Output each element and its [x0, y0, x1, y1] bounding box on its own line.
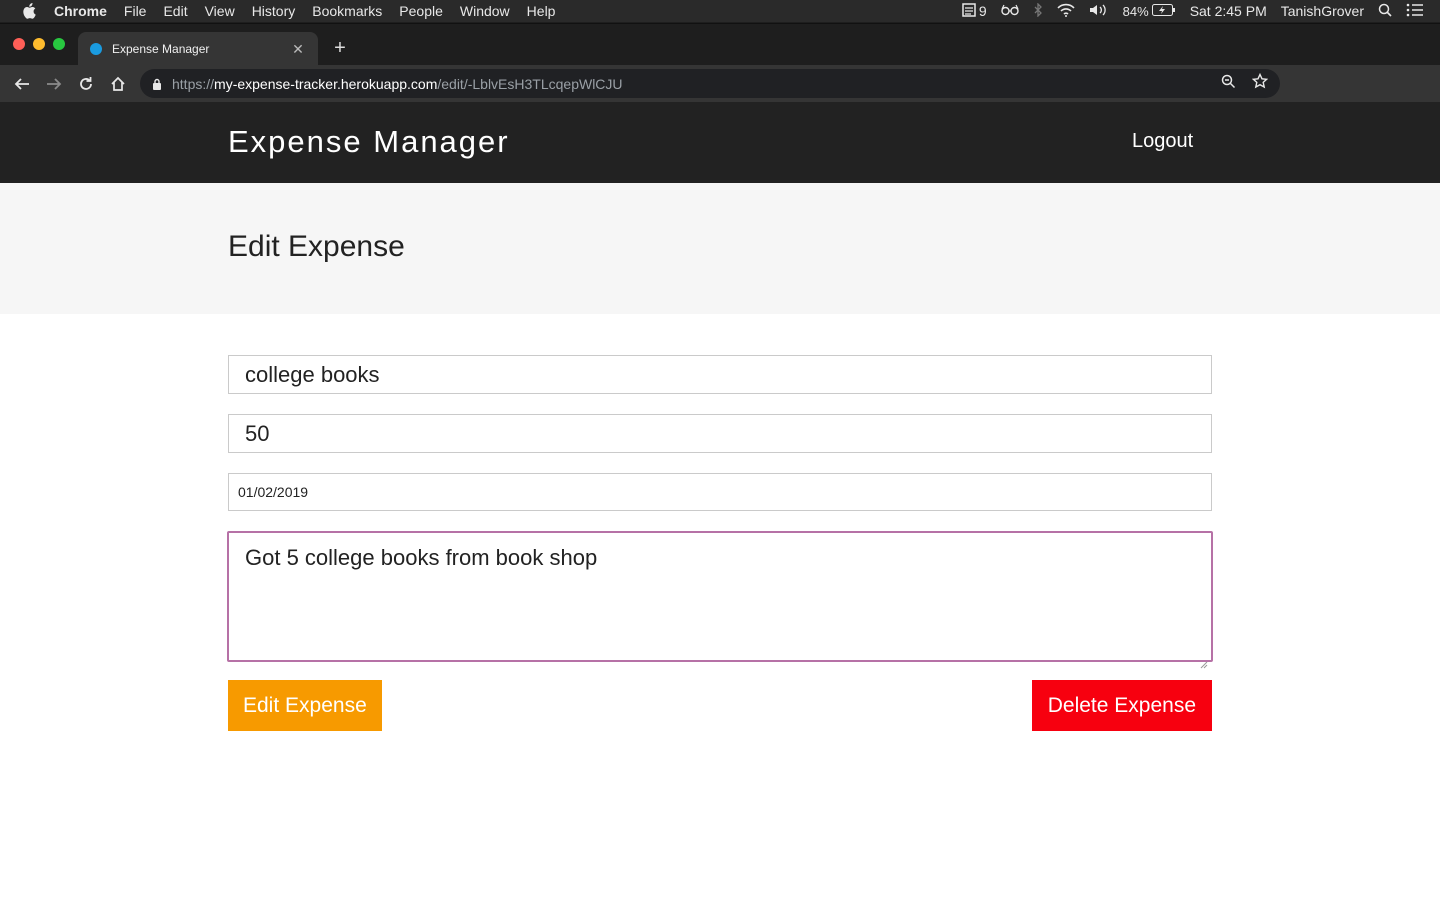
clock[interactable]: Sat 2:45 PM — [1190, 3, 1267, 19]
zoom-window-button[interactable] — [53, 38, 65, 50]
bookmark-star-icon[interactable] — [1251, 72, 1269, 94]
spotlight-search-icon[interactable] — [1378, 3, 1392, 20]
note-textarea[interactable]: Got 5 college books from book shop — [227, 531, 1213, 669]
reload-icon[interactable] — [70, 70, 102, 98]
os-menubar: Chrome File Edit View History Bookmarks … — [0, 0, 1440, 22]
amount-input[interactable]: 50 — [228, 414, 1212, 453]
menu-history[interactable]: History — [252, 3, 296, 19]
menu-bookmarks[interactable]: Bookmarks — [312, 3, 382, 19]
volume-icon[interactable] — [1089, 3, 1109, 20]
notes-icon — [962, 2, 976, 20]
browser-tabstrip: Expense Manager ✕ + — [0, 23, 1440, 66]
url-text: https://my-expense-tracker.herokuapp.com… — [172, 76, 623, 92]
window-controls — [13, 38, 65, 50]
notes-status[interactable]: 9 — [962, 2, 987, 20]
address-bar[interactable]: https://my-expense-tracker.herokuapp.com… — [140, 69, 1280, 98]
url-path: /edit/-LblvEsH3TLcqepWlCJU — [437, 75, 623, 92]
menu-app-name[interactable]: Chrome — [54, 3, 107, 19]
delete-expense-button[interactable]: Delete Expense — [1031, 680, 1212, 731]
zoom-icon[interactable] — [1221, 74, 1236, 94]
logout-button[interactable]: Logout — [1116, 127, 1209, 156]
menu-people[interactable]: People — [399, 3, 443, 19]
date-picker-input[interactable]: 01/02/2019 — [228, 473, 1212, 511]
glasses-icon[interactable] — [1000, 3, 1019, 19]
browser-toolbar: https://my-expense-tracker.herokuapp.com… — [0, 65, 1440, 158]
bluetooth-icon[interactable] — [1033, 1, 1043, 20]
browser-tab[interactable]: Expense Manager ✕ — [78, 32, 318, 66]
battery-charging-icon — [1151, 3, 1176, 19]
menu-window[interactable]: Window — [460, 3, 510, 19]
url-host: my-expense-tracker.herokuapp.com — [214, 75, 438, 92]
menu-view[interactable]: View — [205, 3, 235, 19]
minimize-window-button[interactable] — [33, 38, 45, 50]
apple-menu-icon[interactable] — [18, 0, 40, 22]
home-icon[interactable] — [102, 70, 134, 98]
favicon-icon — [90, 43, 102, 55]
edit-expense-button[interactable]: Edit Expense — [228, 680, 382, 731]
url-scheme: https:// — [172, 75, 215, 92]
page-title: Edit Expense — [228, 230, 405, 263]
wifi-icon[interactable] — [1057, 3, 1075, 20]
expense-form: college books 50 01/02/2019 Got 5 colleg… — [227, 355, 1213, 731]
site-header: Expense Manager Logout — [0, 102, 1440, 183]
new-tab-icon[interactable]: + — [330, 38, 350, 58]
description-input[interactable]: college books — [228, 355, 1212, 394]
user-name[interactable]: TanishGrover — [1281, 3, 1364, 19]
close-tab-icon[interactable]: ✕ — [290, 41, 306, 58]
battery-status[interactable]: 84% — [1123, 3, 1176, 19]
site-title[interactable]: Expense Manager — [228, 124, 510, 160]
page-header: Edit Expense — [0, 183, 1440, 314]
lock-icon[interactable] — [152, 78, 162, 90]
back-icon[interactable] — [6, 70, 38, 98]
menu-file[interactable]: File — [124, 3, 147, 19]
resize-grip-icon[interactable] — [1200, 649, 1208, 669]
form-actions: Edit Expense Delete Expense — [228, 680, 1212, 731]
menu-edit[interactable]: Edit — [163, 3, 187, 19]
forward-icon[interactable] — [38, 70, 70, 98]
notification-center-icon[interactable] — [1406, 3, 1424, 20]
notes-count: 9 — [978, 3, 987, 19]
menu-help[interactable]: Help — [527, 3, 556, 19]
note-text: Got 5 college books from book shop — [245, 545, 598, 570]
web-page: Expense Manager Logout Edit Expense coll… — [0, 102, 1440, 900]
close-window-button[interactable] — [13, 38, 25, 50]
tab-title: Expense Manager — [112, 42, 210, 56]
battery-percent: 84% — [1122, 3, 1149, 19]
